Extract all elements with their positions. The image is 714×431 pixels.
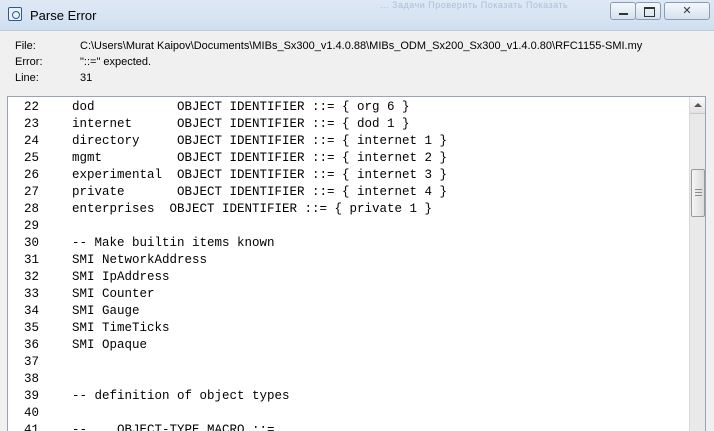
code-line: 38	[8, 371, 688, 388]
code-line: 25 mgmt OBJECT IDENTIFIER ::= { internet …	[8, 150, 688, 167]
line-number-gutter: 31	[24, 253, 40, 267]
code-text: SMI Gauge	[72, 304, 140, 318]
code-text: SMI NetworkAddress	[72, 253, 208, 267]
code-text: -- OBJECT-TYPE MACRO ::=	[72, 423, 275, 431]
line-label: Line:	[15, 72, 39, 84]
code-text: dod OBJECT IDENTIFIER ::= { org 6 }	[72, 100, 410, 114]
error-label: Error:	[15, 56, 43, 68]
file-label: File:	[15, 40, 36, 52]
line-number-gutter: 32	[24, 270, 40, 284]
error-message: "::=" expected.	[80, 56, 152, 68]
code-line: 23 internet OBJECT IDENTIFIER ::= { dod 1…	[8, 116, 688, 133]
code-line: 37	[8, 354, 688, 371]
line-number-gutter: 25	[24, 151, 40, 165]
line-number-gutter: 37	[24, 355, 40, 369]
vertical-scrollbar[interactable]	[689, 97, 705, 431]
code-text: experimental OBJECT IDENTIFIER ::= { int…	[72, 168, 448, 182]
code-line: 33 SMI Counter	[8, 286, 688, 303]
code-text: directory OBJECT IDENTIFIER ::= { intern…	[72, 134, 448, 148]
code-line: 41 -- OBJECT-TYPE MACRO ::=	[8, 422, 688, 431]
line-number: 31	[80, 72, 93, 84]
parse-error-window: Parse Error ... Задачи Проверить Показат…	[0, 0, 714, 431]
line-number-gutter: 26	[24, 168, 40, 182]
line-number-gutter: 40	[24, 406, 40, 420]
minimize-icon	[619, 13, 628, 15]
line-number-gutter: 23	[24, 117, 40, 131]
line-number-gutter: 41	[24, 423, 40, 431]
code-line: 29	[8, 218, 688, 235]
line-number-gutter: 30	[24, 236, 40, 250]
close-button[interactable]: ✕	[664, 2, 710, 20]
file-path: C:\Users\Murat Kaipov\Documents\MIBs_Sx3…	[80, 40, 643, 52]
line-number-gutter: 38	[24, 372, 40, 386]
code-text: SMI IpAddress	[72, 270, 170, 284]
code-text: SMI Opaque	[72, 338, 148, 352]
code-text: -- definition of object types	[72, 389, 290, 403]
code-text: SMI TimeTicks	[72, 321, 170, 335]
code-line: 24 directory OBJECT IDENTIFIER ::= { inte…	[8, 133, 688, 150]
code-line: 39 -- definition of object types	[8, 388, 688, 405]
line-number-gutter: 22	[24, 100, 40, 114]
code-line: 27 private OBJECT IDENTIFIER ::= { intern…	[8, 184, 688, 201]
maximize-icon	[644, 7, 655, 17]
code-text: enterprises OBJECT IDENTIFIER ::= { priv…	[72, 202, 433, 216]
line-number-gutter: 27	[24, 185, 40, 199]
line-number-gutter: 28	[24, 202, 40, 216]
line-number-gutter: 36	[24, 338, 40, 352]
grip-line	[695, 192, 702, 193]
error-info: File: C:\Users\Murat Kaipov\Documents\MI…	[0, 30, 714, 96]
code-line: 22 dod OBJECT IDENTIFIER ::= { org 6 }	[8, 99, 688, 116]
code-text: private OBJECT IDENTIFIER ::= { internet…	[72, 185, 448, 199]
background-window-text: ... Задачи Проверить Показать Показать	[380, 0, 569, 10]
source-view[interactable]: 22 dod OBJECT IDENTIFIER ::= { org 6 }23 i…	[7, 96, 706, 431]
grip-line	[695, 189, 702, 190]
line-number-gutter: 29	[24, 219, 40, 233]
close-icon: ✕	[682, 4, 692, 17]
title-bar[interactable]: Parse Error ... Задачи Проверить Показат…	[0, 0, 714, 31]
code-line: 26 experimental OBJECT IDENTIFIER ::= { i…	[8, 167, 688, 184]
code-text: SMI Counter	[72, 287, 155, 301]
code-text: internet OBJECT IDENTIFIER ::= { dod 1 }	[72, 117, 410, 131]
code-text: -- Make builtin items known	[72, 236, 275, 250]
maximize-button[interactable]	[635, 2, 661, 20]
line-number-gutter: 39	[24, 389, 40, 403]
grip-line	[695, 195, 702, 196]
code-line: 35 SMI TimeTicks	[8, 320, 688, 337]
line-number-gutter: 34	[24, 304, 40, 318]
line-number-gutter: 24	[24, 134, 40, 148]
code-line: 32 SMI IpAddress	[8, 269, 688, 286]
code-line: 40	[8, 405, 688, 422]
scroll-up-button[interactable]	[690, 97, 705, 114]
window-title: Parse Error	[30, 8, 97, 23]
code-text: mgmt OBJECT IDENTIFIER ::= { internet 2 …	[72, 151, 448, 165]
code-line: 30 -- Make builtin items known	[8, 235, 688, 252]
code-line: 36 SMI Opaque	[8, 337, 688, 354]
code-line: 28 enterprises OBJECT IDENTIFIER ::= { pr…	[8, 201, 688, 218]
line-number-gutter: 35	[24, 321, 40, 335]
app-icon[interactable]	[8, 7, 22, 21]
line-number-gutter: 33	[24, 287, 40, 301]
scroll-thumb[interactable]	[691, 169, 705, 217]
minimize-button[interactable]	[610, 2, 636, 20]
code-line: 34 SMI Gauge	[8, 303, 688, 320]
code-line: 31 SMI NetworkAddress	[8, 252, 688, 269]
